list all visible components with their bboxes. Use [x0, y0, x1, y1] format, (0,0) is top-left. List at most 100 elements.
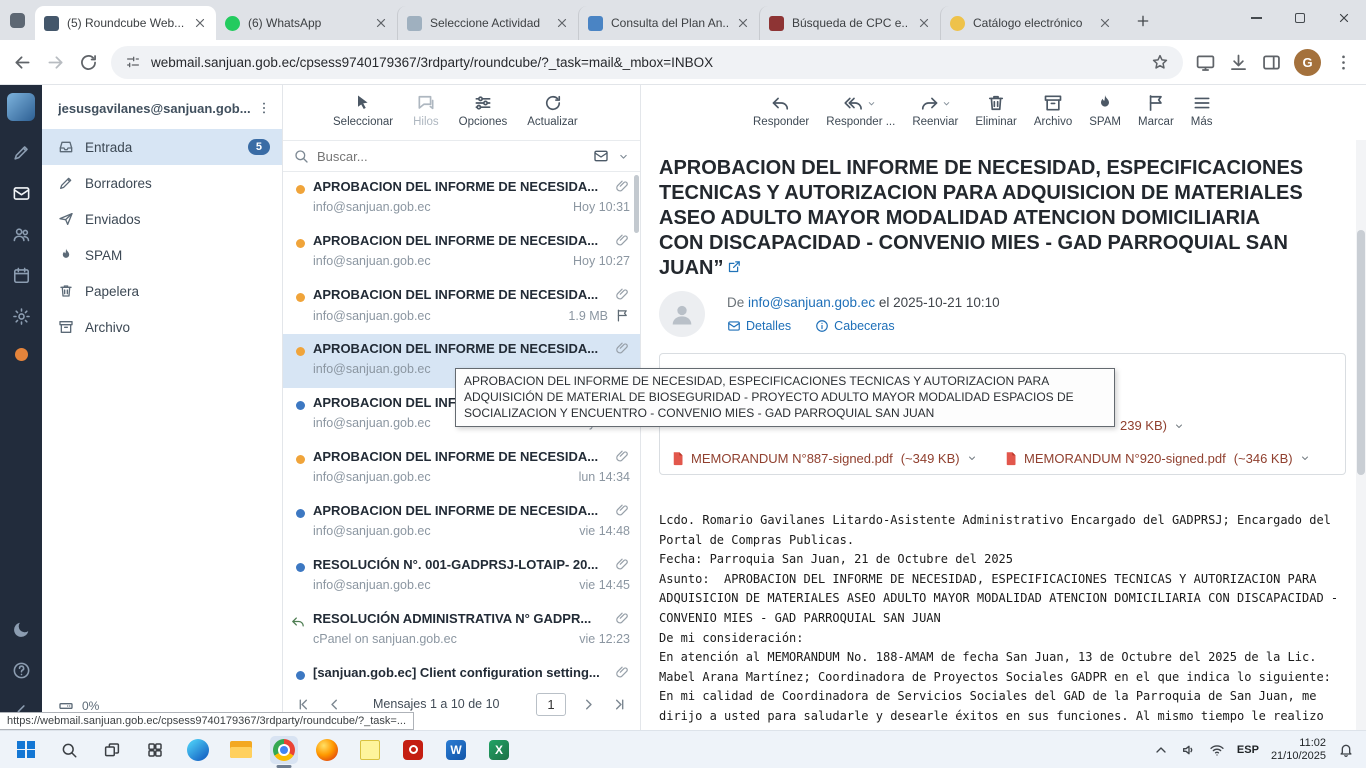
mail-nav-icon[interactable] [12, 184, 31, 203]
mark-button[interactable]: Marcar [1138, 93, 1174, 128]
tab-close-icon[interactable] [1098, 16, 1112, 30]
window-minimize-button[interactable] [1234, 0, 1278, 36]
message-list-item[interactable]: APROBACION DEL INFORME DE NECESIDA... in… [283, 442, 640, 496]
attachment-menu-chevron-icon[interactable] [1299, 452, 1311, 464]
browser-tab-plan[interactable]: Consulta del Plan An... [578, 6, 759, 40]
dark-mode-toggle-icon[interactable] [12, 620, 31, 639]
search-options-chevron-icon[interactable] [617, 150, 630, 163]
first-page-icon[interactable] [295, 696, 312, 713]
message-list-item[interactable]: APROBACION DEL INFORME DE NECESIDA... in… [283, 280, 640, 334]
message-list-item[interactable]: RESOLUCIÓN ADMINISTRATIVA N° GADPR... cP… [283, 604, 640, 658]
taskbar-acrobat[interactable] [399, 736, 427, 764]
attachment-menu-chevron-icon[interactable] [1173, 420, 1185, 432]
browser-tab-cpc[interactable]: Búsqueda de CPC e... [759, 6, 940, 40]
reply-all-button[interactable]: Responder ... [826, 93, 895, 128]
reply-button[interactable]: Responder [753, 93, 809, 128]
reload-button[interactable] [78, 52, 99, 73]
threads-button[interactable]: Hilos [413, 93, 439, 128]
search-input[interactable] [317, 149, 585, 164]
network-icon[interactable] [1209, 742, 1225, 758]
attachment-item[interactable]: MEMORANDUM N°887-signed.pdf (~349 KB) [670, 445, 1003, 471]
url-text[interactable]: webmail.sanjuan.gob.ec/cpsess9740179367/… [151, 55, 1141, 70]
calendar-nav-icon[interactable] [12, 266, 31, 285]
language-indicator[interactable]: ESP [1237, 744, 1259, 756]
attachment-item-partially-hidden[interactable]: 239 KB) [1120, 418, 1185, 433]
account-menu-icon[interactable] [256, 100, 272, 116]
volume-icon[interactable] [1181, 742, 1197, 758]
last-page-icon[interactable] [611, 696, 628, 713]
attachment-menu-chevron-icon[interactable] [966, 452, 978, 464]
headers-link[interactable]: Cabeceras [815, 319, 894, 333]
chevron-down-icon[interactable] [941, 98, 952, 109]
taskbar-file-explorer[interactable] [227, 736, 255, 764]
notifications-icon[interactable] [1338, 742, 1354, 758]
send-to-device-icon[interactable] [1195, 52, 1216, 73]
details-link[interactable]: Detalles [727, 319, 791, 333]
tab-close-icon[interactable] [736, 16, 750, 30]
cpanel-icon[interactable] [15, 348, 28, 361]
refresh-button[interactable]: Actualizar [527, 93, 578, 128]
open-in-new-window-icon[interactable] [727, 259, 742, 274]
taskbar-excel[interactable]: X [485, 736, 513, 764]
sidebar-item-spam[interactable]: SPAM [42, 237, 282, 273]
message-list-item[interactable]: RESOLUCIÓN N°. 001-GADPRSJ-LOTAIP- 20...… [283, 550, 640, 604]
message-list-item[interactable]: APROBACION DEL INFORME DE NECESIDA... in… [283, 226, 640, 280]
options-button[interactable]: Opciones [459, 93, 508, 128]
browser-tab-roundcube[interactable]: (5) Roundcube Web... [35, 6, 216, 40]
forward-button[interactable] [45, 52, 66, 73]
taskbar-notes[interactable] [356, 736, 384, 764]
spam-button[interactable]: SPAM [1089, 93, 1121, 128]
side-panel-icon[interactable] [1261, 52, 1282, 73]
sidebar-item-archivo[interactable]: Archivo [42, 309, 282, 345]
tray-expand-icon[interactable] [1153, 742, 1169, 758]
site-settings-icon[interactable] [125, 54, 141, 70]
flag-icon[interactable] [615, 308, 630, 323]
archive-button[interactable]: Archivo [1034, 93, 1072, 128]
contacts-nav-icon[interactable] [12, 225, 31, 244]
message-list-item[interactable]: APROBACION DEL INFORME DE NECESIDA... in… [283, 172, 640, 226]
search-scope-mail-icon[interactable] [593, 148, 609, 164]
back-button[interactable] [12, 52, 33, 73]
window-maximize-button[interactable] [1278, 0, 1322, 36]
sidebar-item-entrada[interactable]: Entrada 5 [42, 129, 282, 165]
taskbar-firefox[interactable] [313, 736, 341, 764]
task-view-button[interactable] [98, 736, 126, 764]
browser-tab-catalogo[interactable]: Catálogo electrónico [940, 6, 1121, 40]
scrollbar-thumb[interactable] [1357, 230, 1365, 475]
chevron-down-icon[interactable] [866, 98, 877, 109]
bookmark-star-icon[interactable] [1151, 53, 1169, 71]
more-button[interactable]: Más [1191, 93, 1213, 128]
page-number-input[interactable]: 1 [536, 693, 566, 716]
start-button[interactable] [12, 736, 40, 764]
taskbar-edge[interactable] [184, 736, 212, 764]
taskbar-word[interactable]: W [442, 736, 470, 764]
tab-close-icon[interactable] [193, 16, 207, 30]
prev-page-icon[interactable] [326, 696, 343, 713]
window-close-button[interactable] [1322, 0, 1366, 36]
list-scrollbar[interactable] [634, 175, 639, 233]
tab-close-icon[interactable] [917, 16, 931, 30]
taskbar-chrome-active[interactable] [270, 736, 298, 764]
forward-button[interactable]: Reenviar [912, 93, 958, 128]
address-bar[interactable]: webmail.sanjuan.gob.ec/cpsess9740179367/… [111, 46, 1183, 79]
tab-close-icon[interactable] [555, 16, 569, 30]
downloads-icon[interactable] [1228, 52, 1249, 73]
settings-nav-icon[interactable] [12, 307, 31, 326]
sidebar-item-borradores[interactable]: Borradores [42, 165, 282, 201]
taskbar-clock[interactable]: 11:02 21/10/2025 [1271, 737, 1326, 763]
taskbar-search-button[interactable] [55, 736, 83, 764]
tab-search-icon[interactable] [10, 13, 25, 28]
profile-avatar[interactable]: G [1294, 49, 1321, 76]
attachment-item[interactable]: MEMORANDUM N°920-signed.pdf (~346 KB) [1003, 445, 1311, 471]
sender-email-link[interactable]: info@sanjuan.gob.ec [748, 295, 875, 310]
select-button[interactable]: Seleccionar [333, 93, 393, 128]
tab-close-icon[interactable] [374, 16, 388, 30]
browser-tab-actividad[interactable]: Seleccione Actividad [397, 6, 578, 40]
reading-pane-scrollbar[interactable] [1356, 140, 1366, 730]
new-tab-button[interactable] [1129, 7, 1157, 35]
sidebar-item-enviados[interactable]: Enviados [42, 201, 282, 237]
sidebar-item-papelera[interactable]: Papelera [42, 273, 282, 309]
message-list-item[interactable]: [sanjuan.gob.ec] Client configuration se… [283, 658, 640, 690]
message-list-item[interactable]: APROBACION DEL INFORME DE NECESIDA... in… [283, 496, 640, 550]
browser-tab-whatsapp[interactable]: (6) WhatsApp [216, 6, 397, 40]
